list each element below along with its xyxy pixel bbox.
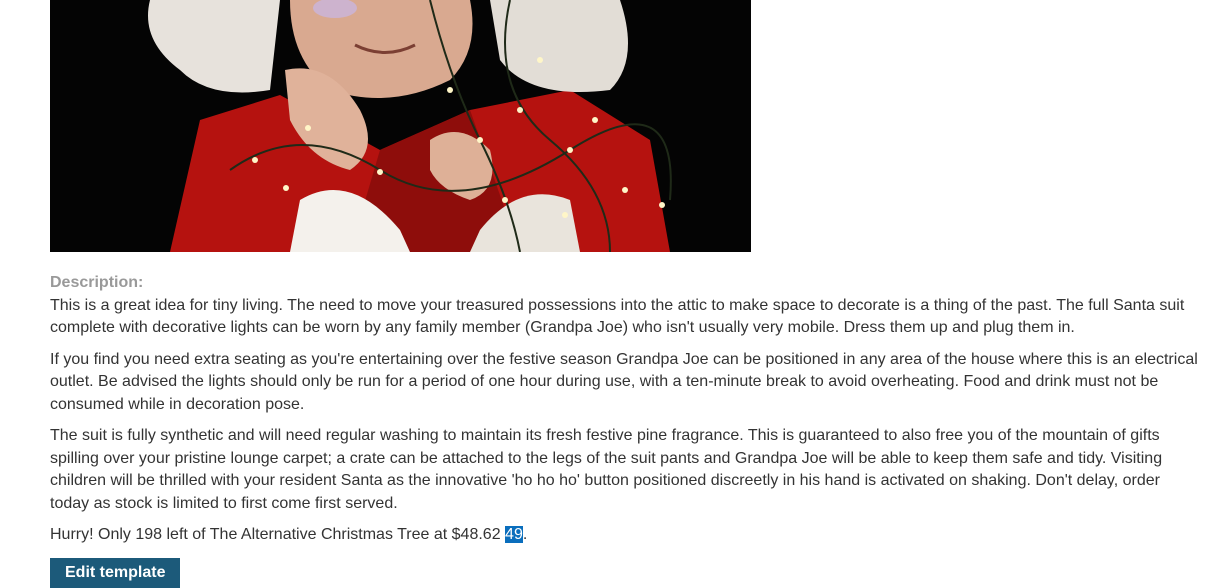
description-paragraph-3: The suit is fully synthetic and will nee… bbox=[50, 427, 1163, 512]
stock-message-text: Hurry! Only 198 left of The Alternative … bbox=[50, 526, 501, 543]
selected-price-cents[interactable]: 49 bbox=[505, 526, 523, 543]
description-paragraph-1: This is a great idea for tiny living. Th… bbox=[50, 296, 1185, 337]
description-paragraph-2: If you find you need extra seating as yo… bbox=[50, 350, 1198, 413]
stock-message: Hurry! Only 198 left of The Alternative … bbox=[50, 524, 1200, 547]
product-image bbox=[50, 0, 751, 252]
description-label: Description: bbox=[50, 274, 144, 291]
edit-template-button[interactable]: Edit template bbox=[50, 558, 181, 588]
product-page: Description: This is a great idea for ti… bbox=[0, 0, 1222, 588]
santa-photo-illustration bbox=[50, 0, 751, 252]
product-description: Description: This is a great idea for ti… bbox=[50, 272, 1200, 547]
stock-message-suffix: . bbox=[522, 526, 528, 543]
